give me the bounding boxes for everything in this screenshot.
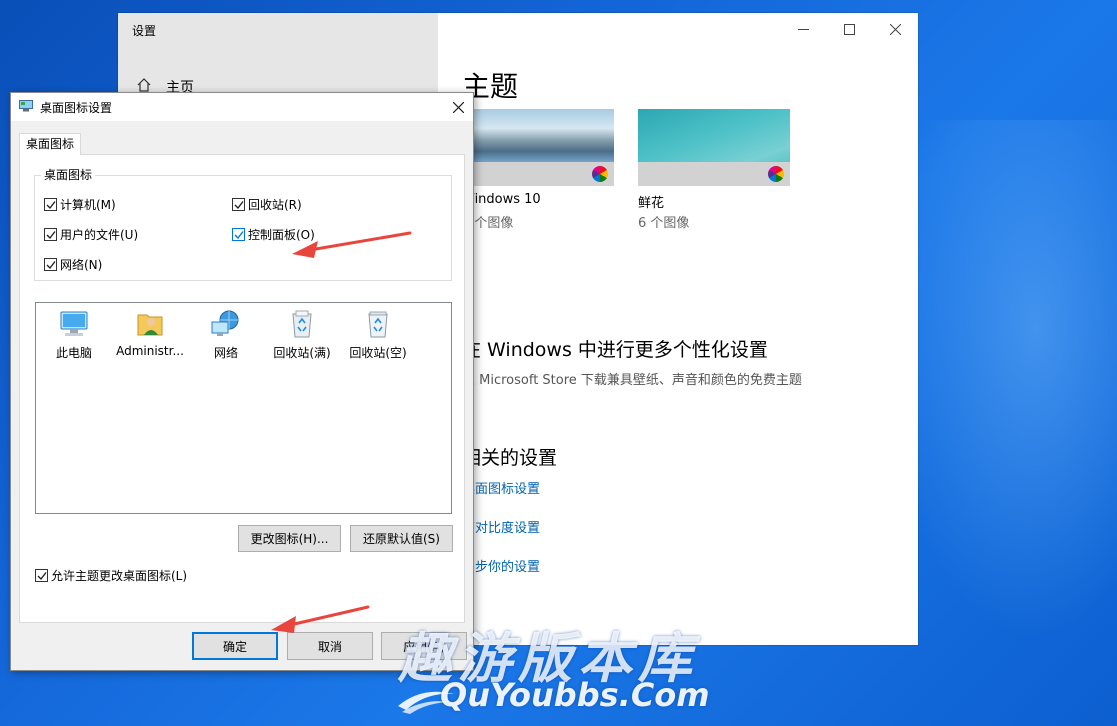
minimize-button[interactable] <box>780 13 826 45</box>
list-item[interactable]: 回收站(满) <box>264 307 340 361</box>
recycle-bin-checkbox[interactable]: 回收站(R) <box>232 196 302 213</box>
recycle-bin-empty-icon <box>368 311 388 338</box>
theme-card-flowers[interactable] <box>638 109 790 186</box>
theme-name: 鲜花 <box>638 196 665 211</box>
close-button[interactable] <box>872 13 918 45</box>
control-panel-checkbox[interactable]: 控制面板(O) <box>232 226 315 243</box>
settings-window-title: 设置 <box>132 24 157 38</box>
close-icon <box>889 23 901 35</box>
change-icon-button[interactable]: 更改图标(H)... <box>238 525 341 552</box>
computer-icon <box>60 311 88 336</box>
checkbox-box[interactable] <box>232 228 245 241</box>
watermark-en: QuYoubbs.Com <box>440 676 710 714</box>
desktop-icon-list[interactable]: 此电脑 Administr... 网络 回收站(满) 回收站(空) <box>35 302 452 514</box>
checkbox-box[interactable] <box>35 569 48 582</box>
allow-themes-checkbox[interactable]: 允许主题更改桌面图标(L) <box>35 567 187 584</box>
network-checkbox[interactable]: 网络(N) <box>44 256 102 273</box>
store-heading: 在 Windows 中进行更多个性化设置 <box>462 339 768 361</box>
icon-label: 回收站(满) <box>273 346 331 360</box>
store-link[interactable]: 从 Microsoft Store 下载兼具壁纸、声音和颜色的免费主题 <box>462 369 802 388</box>
related-settings-heading: 相关的设置 <box>462 447 558 469</box>
restore-default-button[interactable]: 还原默认值(S) <box>350 525 453 552</box>
checkbox-label: 网络(N) <box>60 258 103 272</box>
network-icon <box>211 310 239 336</box>
icon-label: Administr... <box>116 344 184 358</box>
checkbox-box[interactable] <box>232 198 245 211</box>
groupbox-label: 桌面图标 <box>41 168 96 182</box>
theme-image-count: 6 个图像 <box>638 216 690 231</box>
checkbox-label: 允许主题更改桌面图标(L) <box>51 569 188 583</box>
check-icon <box>234 230 244 239</box>
check-icon <box>37 571 47 580</box>
user-files-checkbox[interactable]: 用户的文件(U) <box>44 226 138 243</box>
dialog-titlebar: 桌面图标设置 <box>11 93 473 121</box>
dialog-title: 桌面图标设置 <box>40 101 113 115</box>
checkbox-label: 用户的文件(U) <box>60 228 139 242</box>
check-icon <box>46 260 56 269</box>
theme-card-windows10[interactable] <box>462 109 614 186</box>
window-controls <box>780 13 918 45</box>
checkbox-label: 控制面板(O) <box>248 228 315 242</box>
checkbox-label: 计算机(M) <box>60 198 116 212</box>
check-icon <box>234 200 244 209</box>
list-item[interactable]: 回收站(空) <box>340 307 416 361</box>
check-icon <box>46 200 56 209</box>
color-palette-icon <box>768 166 784 182</box>
check-icon <box>46 230 56 239</box>
computer-checkbox[interactable]: 计算机(M) <box>44 196 116 213</box>
close-icon <box>452 101 464 113</box>
tab-panel: 桌面图标 计算机(M) 回收站(R) 用户的文件(U) 控制面板(O) 网络(N… <box>19 154 465 623</box>
list-item[interactable]: Administr... <box>112 307 188 358</box>
color-palette-icon <box>592 166 608 182</box>
desktop-settings-icon <box>19 100 33 112</box>
maximize-icon <box>843 23 855 35</box>
tab-desktop-icons[interactable]: 桌面图标 <box>19 133 82 155</box>
list-item[interactable]: 网络 <box>188 307 264 361</box>
minimize-icon <box>797 28 809 30</box>
checkbox-box[interactable] <box>44 228 57 241</box>
icon-label: 此电脑 <box>55 346 92 360</box>
desktop-icons-groupbox: 桌面图标 计算机(M) 回收站(R) 用户的文件(U) 控制面板(O) 网络(N… <box>34 168 452 281</box>
checkbox-box[interactable] <box>44 258 57 271</box>
maximize-button[interactable] <box>826 13 872 45</box>
user-folder-icon <box>137 314 163 336</box>
list-item[interactable]: 此电脑 <box>36 307 112 361</box>
checkbox-box[interactable] <box>44 198 57 211</box>
icon-label: 回收站(空) <box>349 346 407 360</box>
desktop-icon-settings-dialog: 桌面图标设置 桌面图标 桌面图标 计算机(M) 回收站(R) 用户的文件(U) … <box>10 92 474 671</box>
recycle-bin-full-icon <box>292 310 312 338</box>
dialog-close-button[interactable] <box>443 93 473 121</box>
checkbox-label: 回收站(R) <box>248 198 302 212</box>
cancel-button[interactable]: 取消 <box>287 632 373 660</box>
icon-label: 网络 <box>213 346 238 360</box>
ok-button[interactable]: 确定 <box>192 632 278 660</box>
